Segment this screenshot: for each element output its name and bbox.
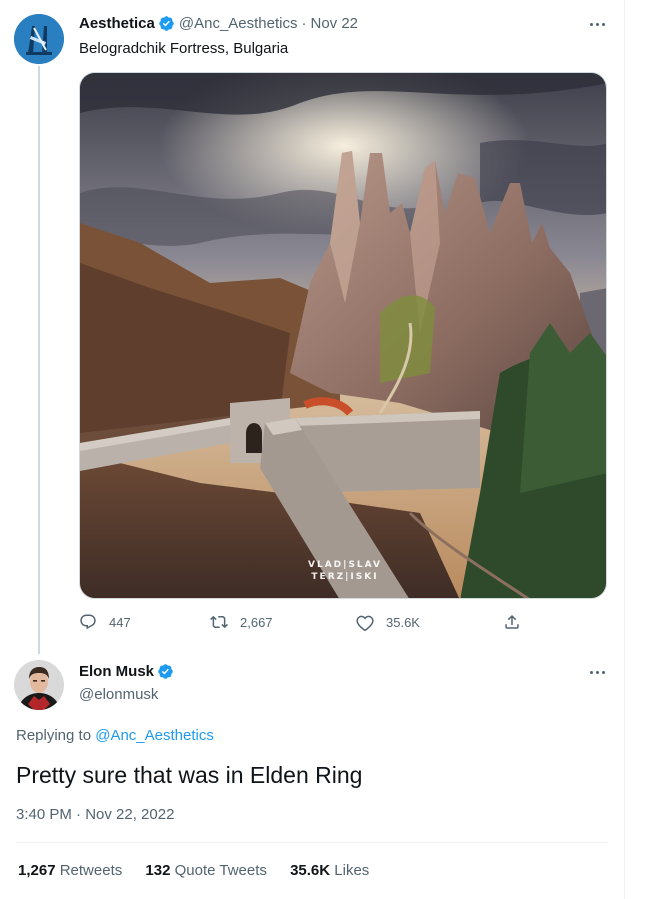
tweet-image[interactable]: VLAD|SLAV TERZ|ISKI [79, 72, 607, 599]
retweets-stat[interactable]: 1,267 Retweets [18, 862, 122, 879]
reply-author-name[interactable]: Elon Musk [79, 663, 154, 680]
thread-connector-line [38, 66, 40, 654]
separator-dot: · [301, 15, 307, 32]
replying-to: Replying to @Anc_Aesthetics [16, 727, 214, 744]
reply-button[interactable]: 447 [79, 613, 131, 631]
reply-icon [80, 614, 96, 630]
tweet-date[interactable]: Nov 22 [311, 15, 359, 32]
reply-author-handle[interactable]: @elonmusk [79, 686, 158, 703]
more-icon[interactable] [586, 665, 608, 679]
retweet-button[interactable]: 2,667 [210, 613, 273, 631]
engagement-stats: 1,267 Retweets 132 Quote Tweets 35.6K Li… [18, 862, 388, 879]
verified-badge-icon [159, 16, 174, 31]
tweet-header: Aesthetica @Anc_Aesthetics · Nov 22 [79, 15, 358, 32]
replying-to-label: Replying to [16, 727, 92, 744]
like-button[interactable]: 35.6K [356, 613, 420, 631]
replying-to-link[interactable]: @Anc_Aesthetics [95, 727, 214, 744]
share-button[interactable] [503, 613, 533, 631]
tweet-text: Belogradchik Fortress, Bulgaria [79, 40, 289, 57]
tweet-actions: 447 2,667 35.6K [79, 613, 529, 635]
reply-text: Pretty sure that was in Elden Ring [16, 762, 363, 788]
reply-count: 447 [109, 614, 131, 630]
author-handle[interactable]: @Anc_Aesthetics [179, 15, 298, 32]
image-watermark: VLAD|SLAV TERZ|ISKI [308, 560, 382, 582]
like-count: 35.6K [386, 614, 420, 630]
divider [16, 842, 608, 843]
retweet-icon [210, 615, 228, 629]
reply-handle-row: @elonmusk [79, 686, 158, 703]
author-name[interactable]: Aesthetica [79, 15, 155, 32]
column-border [624, 0, 625, 899]
verified-badge-icon [158, 664, 173, 679]
reply-author-name-row: Elon Musk [79, 663, 174, 680]
elon-musk-avatar[interactable] [14, 660, 64, 710]
quote-tweets-stat[interactable]: 132 Quote Tweets [145, 862, 266, 879]
share-icon [505, 614, 519, 629]
like-icon [356, 615, 374, 631]
reply-timestamp[interactable]: 3:40 PM · Nov 22, 2022 [16, 806, 174, 823]
likes-stat[interactable]: 35.6K Likes [290, 862, 369, 879]
retweet-count: 2,667 [240, 614, 273, 630]
aesthetica-avatar[interactable] [14, 14, 64, 64]
more-icon[interactable] [586, 17, 608, 31]
